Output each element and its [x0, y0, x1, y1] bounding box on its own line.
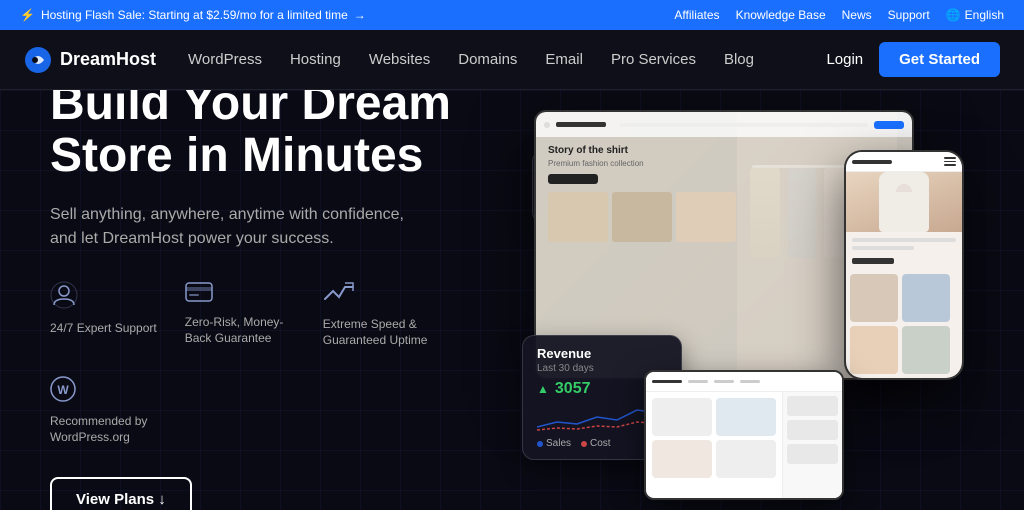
language-selector[interactable]: 🌐 English: [946, 8, 1004, 22]
phone-screen: [846, 152, 962, 378]
view-plans-button[interactable]: View Plans ↓: [50, 477, 192, 510]
feature-money-back-text: Zero-Risk, Money-Back Guarantee: [185, 315, 295, 346]
legend-cost: Cost: [581, 438, 611, 449]
login-link[interactable]: Login: [826, 51, 863, 68]
phone-thumb-2: [902, 274, 950, 322]
support-icon: [50, 281, 78, 315]
phone-content: [846, 232, 962, 270]
nav-pro-services[interactable]: Pro Services: [611, 51, 696, 68]
tablet-card-2: [716, 398, 776, 436]
card-icon: [185, 281, 213, 309]
phone-mockup: [844, 150, 964, 380]
globe-icon: 🌐: [946, 8, 961, 22]
tablet-row-2: [652, 440, 776, 478]
get-started-button[interactable]: Get Started: [879, 42, 1000, 77]
phone-menu-icon: [944, 157, 956, 166]
flash-sale-bar: ⚡ Hosting Flash Sale: Starting at $2.59/…: [20, 8, 366, 22]
flash-sale-arrow: →: [354, 8, 366, 22]
speed-icon: [323, 281, 355, 311]
feature-speed: Extreme Speed & Guaranteed Uptime: [323, 281, 433, 348]
phone-text-line-2: [852, 246, 914, 250]
tablet-card-1: [652, 398, 712, 436]
revenue-amount: 3057: [555, 380, 591, 398]
hero-title-line1: Build Your Dream: [50, 90, 451, 130]
feature-support-text: 24/7 Expert Support: [50, 321, 157, 337]
feature-wordpress: W Recommended by WordPress.org: [50, 376, 160, 445]
flash-sale-text: Hosting Flash Sale: Starting at $2.59/mo…: [41, 8, 348, 22]
svg-text:W: W: [57, 383, 69, 397]
legend-sales: Sales: [537, 438, 571, 449]
tablet-nav-items: [688, 380, 760, 383]
phone-thumb-4: [902, 326, 950, 374]
hero-content: Build Your Dream Store in Minutes Sell a…: [50, 90, 512, 510]
hero-title: Build Your Dream Store in Minutes: [50, 90, 512, 183]
logo-text: DreamHost: [60, 49, 156, 70]
tablet-side-3: [787, 444, 838, 464]
nav-actions: Login Get Started: [826, 42, 1000, 77]
feature-speed-text: Extreme Speed & Guaranteed Uptime: [323, 317, 433, 348]
logo[interactable]: DreamHost: [24, 46, 156, 74]
tablet-body: [646, 392, 842, 498]
nav-email[interactable]: Email: [545, 51, 583, 68]
flash-icon: ⚡: [20, 8, 35, 22]
nav-websites[interactable]: Websites: [369, 51, 430, 68]
support-link[interactable]: Support: [888, 8, 930, 22]
nav-domains[interactable]: Domains: [458, 51, 517, 68]
feature-money-back: Zero-Risk, Money-Back Guarantee: [185, 281, 295, 348]
dreamhost-logo-icon: [24, 46, 52, 74]
hero-subtitle: Sell anything, anywhere, anytime with co…: [50, 203, 430, 251]
site-header-bar: [536, 112, 912, 137]
knowledge-base-link[interactable]: Knowledge Base: [736, 8, 826, 22]
tablet-mockup: [644, 370, 844, 500]
top-bar-links: Affiliates Knowledge Base News Support 🌐…: [674, 8, 1004, 22]
wordpress-icon: W: [50, 376, 76, 408]
phone-product-image: [846, 172, 962, 232]
phone-header: [846, 152, 962, 172]
nav-hosting[interactable]: Hosting: [290, 51, 341, 68]
phone-product-grid: [846, 270, 962, 378]
tablet-side-2: [787, 420, 838, 440]
news-link[interactable]: News: [842, 8, 872, 22]
tablet-nav-logo: [652, 380, 682, 383]
tablet-screen: [646, 372, 842, 498]
tablet-card-3: [652, 440, 712, 478]
phone-thumb-3: [850, 326, 898, 374]
tablet-products: [646, 392, 782, 498]
phone-logo-bar: [852, 160, 892, 164]
nav-blog[interactable]: Blog: [724, 51, 754, 68]
features-list: 24/7 Expert Support Zero-Risk, Money-Bac…: [50, 281, 512, 445]
tablet-nav: [646, 372, 842, 392]
hero-title-line2: Store in Minutes: [50, 129, 423, 182]
tablet-card-4: [716, 440, 776, 478]
phone-text-line-1: [852, 238, 956, 242]
hero-devices: Traffic Growth: [512, 90, 974, 510]
revenue-title: Revenue: [537, 346, 667, 361]
tablet-row-1: [652, 398, 776, 436]
top-bar: ⚡ Hosting Flash Sale: Starting at $2.59/…: [0, 0, 1024, 30]
hero-section: Build Your Dream Store in Minutes Sell a…: [0, 90, 1024, 510]
phone-thumb-1: [850, 274, 898, 322]
tablet-side-1: [787, 396, 838, 416]
tablet-sidebar: [782, 392, 842, 498]
revenue-up-arrow: ▲: [537, 382, 549, 396]
navbar: DreamHost WordPress Hosting Websites Dom…: [0, 30, 1024, 90]
feature-support: 24/7 Expert Support: [50, 281, 157, 348]
language-label: English: [965, 8, 1004, 22]
phone-price: [852, 258, 894, 264]
affiliates-link[interactable]: Affiliates: [674, 8, 719, 22]
feature-wordpress-text: Recommended by WordPress.org: [50, 414, 160, 445]
nav-wordpress[interactable]: WordPress: [188, 51, 262, 68]
nav-links: WordPress Hosting Websites Domains Email…: [188, 51, 826, 68]
phone-sweater-graphic: [879, 172, 929, 232]
